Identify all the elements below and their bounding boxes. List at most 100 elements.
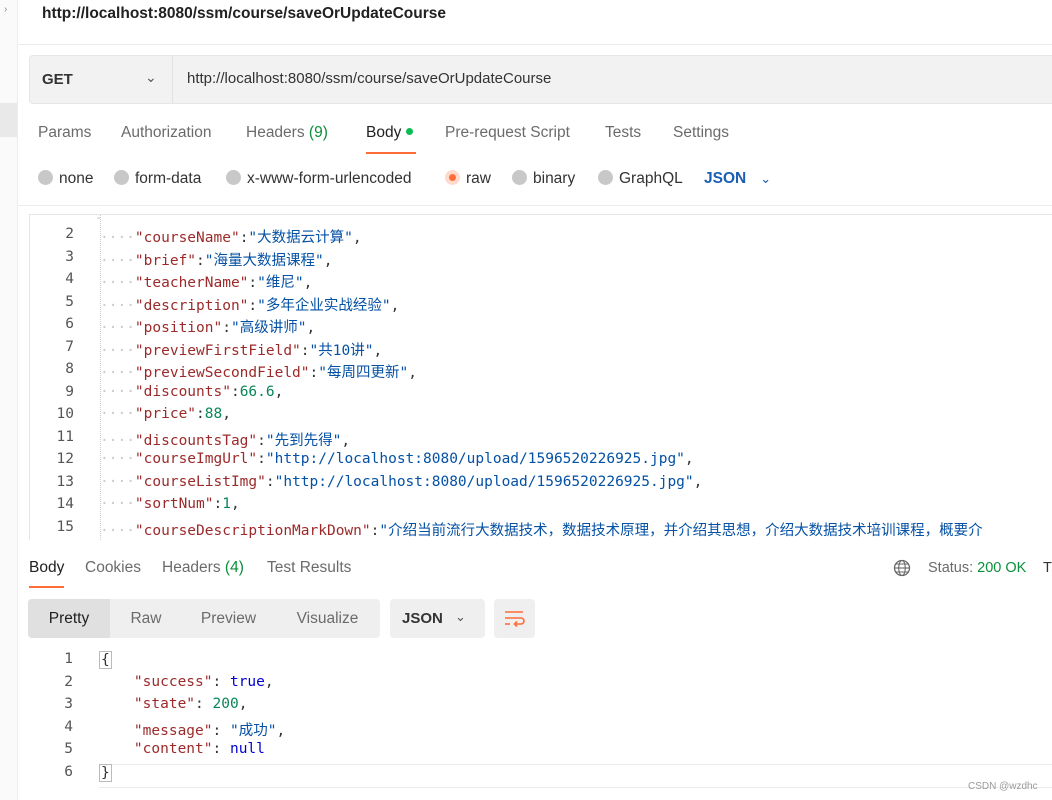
whitespace-marker: ···· — [100, 365, 135, 381]
json-value: "共10讲" — [309, 342, 374, 359]
code-line: 6 ····"position":"高级讲师", — [30, 316, 1052, 339]
json-key: "sortNum" — [134, 496, 214, 512]
sidebar-selected-item[interactable] — [0, 103, 17, 137]
status-overflow-text: T — [1043, 560, 1052, 576]
tab-authorization[interactable]: Authorization — [121, 124, 211, 142]
divider — [17, 44, 1052, 45]
response-tab-test-results[interactable]: Test Results — [267, 559, 351, 577]
code-line: 4 "message": "成功", — [29, 719, 1052, 742]
json-key: "courseListImg" — [134, 473, 266, 490]
code-text: ····"courseDescriptionMarkDown":"介绍当前流行大… — [100, 519, 983, 540]
code-line: 11 ····"discountsTag":"先到先得", — [30, 429, 1052, 452]
code-text: ····"sortNum":1, — [100, 496, 240, 512]
request-body-editor[interactable]: 2 ····"courseName":"大数据云计算", 3 ····"brief":… — [29, 214, 1052, 540]
radio-none[interactable]: none — [38, 170, 93, 188]
radio-urlencoded[interactable]: x-www-form-urlencoded — [226, 170, 412, 188]
line-number: 5 — [65, 293, 74, 310]
active-response-tab-underline — [29, 586, 64, 588]
radio-selected-icon — [445, 170, 460, 185]
response-tab-body[interactable]: Body — [29, 559, 64, 577]
tab-body[interactable]: Body — [366, 124, 414, 142]
json-key: "courseDescriptionMarkDown" — [134, 522, 371, 539]
code-text: ····"brief":"海量大数据课程", — [100, 249, 332, 270]
code-line: 13 ····"courseListImg":"http://localhost:… — [30, 474, 1052, 497]
chevron-down-icon: ⌄ — [145, 69, 157, 85]
view-tab-raw[interactable]: Raw — [110, 599, 182, 638]
tab-settings[interactable]: Settings — [673, 124, 729, 142]
json-colon: : — [300, 342, 310, 359]
code-text: "state": 200, — [99, 696, 248, 712]
method-label: GET — [42, 71, 73, 88]
json-value: "大数据云计算" — [248, 230, 353, 246]
json-key: "courseImgUrl" — [134, 451, 258, 467]
radio-circle-icon — [114, 170, 129, 185]
tab-tests[interactable]: Tests — [605, 124, 641, 142]
response-body-viewer[interactable]: 1{2 "success": true, 3 "state": 200, 4 "me… — [29, 651, 1052, 791]
radio-form-data[interactable]: form-data — [114, 170, 201, 188]
code-line: 12 ····"courseImgUrl":"http://localhost:8… — [30, 451, 1052, 474]
line-number: 5 — [64, 741, 73, 757]
json-colon: : — [222, 320, 231, 336]
json-key: "message" — [133, 722, 213, 739]
code-line: 14 ····"sortNum":1, — [30, 496, 1052, 519]
json-punct: , — [230, 496, 240, 512]
json-key: "previewSecondField" — [134, 365, 310, 381]
wrap-lines-button[interactable] — [494, 599, 535, 638]
divider — [17, 205, 1052, 206]
response-format-select[interactable]: JSON ⌄ — [390, 599, 485, 638]
response-status: Status: 200 OK T — [928, 560, 1052, 576]
response-tab-cookies[interactable]: Cookies — [85, 559, 141, 577]
radio-graphql[interactable]: GraphQL — [598, 170, 683, 188]
radio-raw[interactable]: raw — [445, 170, 491, 188]
line-number: 11 — [56, 428, 74, 445]
json-value: true — [229, 673, 265, 690]
json-colon: : — [213, 496, 223, 512]
json-key: "discountsTag" — [134, 432, 258, 449]
json-key: "content" — [133, 741, 213, 757]
code-text: "message": "成功", — [99, 719, 285, 740]
view-tab-preview[interactable]: Preview — [182, 599, 275, 638]
whitespace-marker: ···· — [100, 252, 135, 269]
response-tab-headers[interactable]: Headers (4) — [162, 559, 244, 577]
line-number: 1 — [64, 651, 73, 667]
status-value: 200 OK — [977, 560, 1027, 576]
tab-prerequest-script[interactable]: Pre-request Script — [445, 124, 570, 142]
whitespace-marker: ···· — [100, 230, 135, 246]
request-title: http://localhost:8080/ssm/course/saveOrU… — [42, 5, 446, 22]
json-colon: : — [265, 473, 275, 490]
chevron-down-icon: ⌄ — [455, 609, 466, 624]
radio-circle-icon — [512, 170, 527, 185]
json-brace: { — [99, 651, 112, 669]
json-colon: : — [230, 383, 240, 400]
raw-format-select[interactable]: JSON ⌄ — [704, 170, 771, 188]
code-line: 7 ····"previewFirstField":"共10讲", — [30, 339, 1052, 362]
code-line: 3 "state": 200, — [29, 696, 1052, 719]
collapse-icon[interactable]: › — [4, 4, 7, 15]
json-value: "高级讲师" — [230, 320, 307, 336]
json-punct: , — [390, 297, 400, 314]
radio-circle-icon — [226, 170, 241, 185]
radio-form-data-label: form-data — [135, 170, 202, 187]
json-punct: , — [408, 365, 417, 381]
view-tab-visualize[interactable]: Visualize — [275, 599, 380, 638]
json-punct: , — [341, 432, 351, 449]
tab-params[interactable]: Params — [38, 124, 91, 142]
json-key: "position" — [134, 320, 223, 336]
method-select[interactable]: GET ⌄ — [30, 56, 173, 103]
json-colon: : — [248, 275, 258, 291]
whitespace-marker: ···· — [100, 522, 135, 539]
chevron-down-icon: ⌄ — [760, 171, 772, 186]
response-format-label: JSON — [402, 610, 443, 627]
whitespace-marker: ···· — [100, 496, 135, 512]
line-number: 6 — [65, 316, 74, 332]
tab-headers[interactable]: Headers (9) — [246, 124, 328, 142]
json-key: "courseName" — [134, 230, 240, 246]
globe-icon[interactable] — [893, 559, 911, 577]
line-number: 10 — [56, 406, 74, 422]
radio-binary[interactable]: binary — [512, 170, 575, 188]
view-tab-pretty[interactable]: Pretty — [28, 599, 110, 638]
url-input[interactable]: http://localhost:8080/ssm/course/saveOrU… — [187, 70, 551, 87]
line-number: 9 — [65, 383, 74, 400]
json-value: "海量大数据课程" — [204, 252, 324, 269]
